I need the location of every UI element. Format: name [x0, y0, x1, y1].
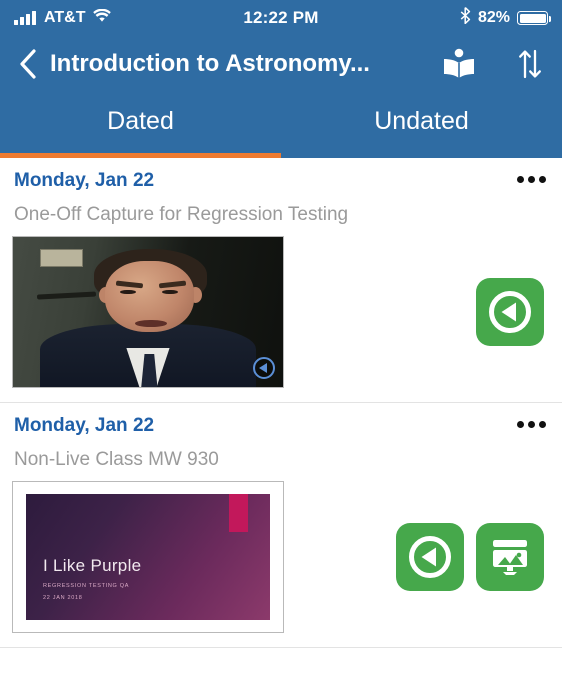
play-recording-button[interactable] — [476, 278, 544, 346]
play-circle-icon — [489, 291, 531, 333]
list-item-actions — [476, 278, 548, 346]
signal-bars-icon — [14, 11, 36, 25]
list-item-subtitle: One-Off Capture for Regression Testing — [14, 204, 349, 225]
tab-bar: Dated Undated — [0, 92, 562, 158]
video-thumbnail[interactable] — [12, 236, 284, 388]
carrier-label: AT&T — [44, 9, 86, 26]
more-options-icon[interactable] — [515, 415, 548, 434]
list-item-date: Monday, Jan 22 — [14, 415, 155, 436]
page-title: Introduction to Astronomy... — [50, 50, 370, 77]
view-slides-button[interactable] — [476, 523, 544, 591]
battery-icon — [517, 11, 551, 25]
wifi-icon — [93, 8, 112, 28]
status-bar-left: AT&T — [14, 8, 112, 28]
navigation-bar: Introduction to Astronomy... — [0, 36, 562, 92]
play-recording-button[interactable] — [396, 523, 464, 591]
list-item-body — [0, 226, 562, 402]
presentation-icon — [493, 540, 527, 575]
play-circle-icon — [409, 536, 451, 578]
navigation-actions — [442, 48, 544, 80]
tab-undated[interactable]: Undated — [281, 92, 562, 158]
open-book-icon[interactable] — [442, 48, 476, 80]
list-item[interactable]: Monday, Jan 22 Non-Live Class MW 930 I L… — [0, 403, 562, 648]
session-list: Monday, Jan 22 One-Off Capture for Regre… — [0, 158, 562, 648]
more-options-icon[interactable] — [515, 170, 548, 189]
status-bar: AT&T 12:22 PM 82% — [0, 0, 562, 36]
video-thumbnail-image — [13, 237, 283, 387]
battery-percent-label: 82% — [477, 9, 510, 26]
list-item-header: Monday, Jan 22 — [0, 415, 562, 437]
slide-date: 22 JAN 2018 — [43, 595, 83, 601]
status-bar-right: 82% — [460, 7, 551, 29]
slide-subtitle: REGRESSION TESTING QA — [43, 583, 130, 589]
slide-title: I Like Purple — [43, 556, 142, 575]
tab-dated[interactable]: Dated — [0, 92, 281, 158]
bluetooth-icon — [460, 7, 471, 29]
sort-arrows-icon[interactable] — [516, 48, 544, 80]
play-badge-icon — [253, 357, 275, 379]
list-item-body: I Like Purple REGRESSION TESTING QA 22 J… — [0, 471, 562, 647]
back-button[interactable] — [14, 48, 42, 80]
list-item-date: Monday, Jan 22 — [14, 170, 155, 191]
list-separator — [0, 647, 562, 648]
app-screen: AT&T 12:22 PM 82% Introduction to Astron… — [0, 0, 562, 675]
slide-thumbnail[interactable]: I Like Purple REGRESSION TESTING QA 22 J… — [12, 481, 284, 633]
list-item-header: Monday, Jan 22 — [0, 170, 562, 192]
slide-accent-tab — [229, 494, 248, 532]
list-item-actions — [396, 523, 548, 591]
list-item[interactable]: Monday, Jan 22 One-Off Capture for Regre… — [0, 158, 562, 403]
list-item-subtitle: Non-Live Class MW 930 — [14, 449, 219, 470]
slide-thumbnail-image: I Like Purple REGRESSION TESTING QA 22 J… — [13, 482, 283, 632]
